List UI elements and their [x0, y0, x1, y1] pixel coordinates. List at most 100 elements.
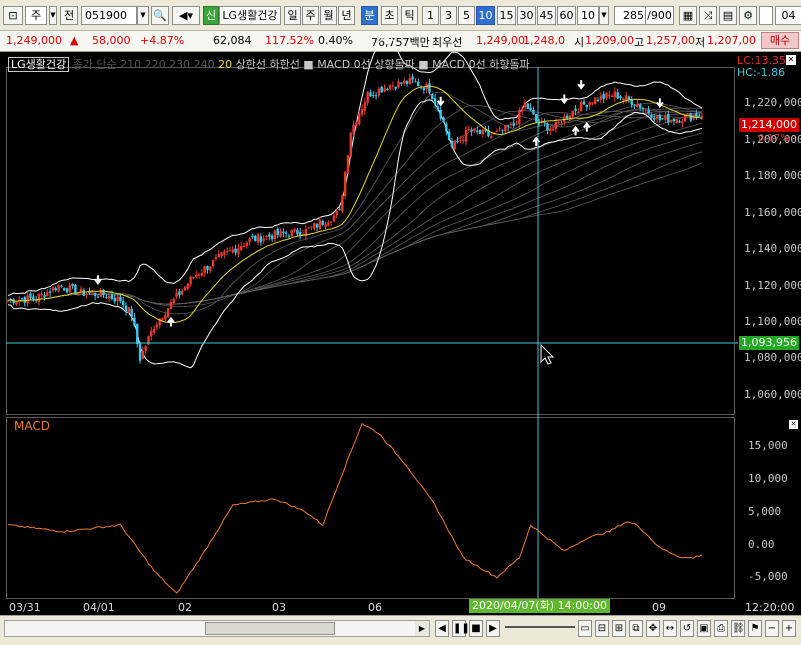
- down-arrow-icon: [436, 96, 445, 107]
- candle-body: [433, 98, 437, 105]
- crosshair-price-tag: 1,093,956: [739, 336, 799, 350]
- candle-body: [237, 248, 240, 255]
- zoom-out-icon[interactable]: ⊟: [595, 620, 609, 637]
- candle-body: [96, 296, 100, 298]
- plus-icon[interactable]: +: [782, 620, 796, 637]
- candle-body: [436, 106, 440, 110]
- candle-body: [560, 123, 563, 125]
- save-icon[interactable]: ▣: [697, 620, 711, 637]
- candle-body: [71, 283, 74, 286]
- reset-icon[interactable]: ↺: [680, 620, 694, 637]
- time-tick-label: 06: [368, 601, 382, 614]
- legend-title: LG생활건강: [8, 57, 70, 72]
- candle-body: [388, 85, 392, 89]
- candle-body: [619, 96, 622, 99]
- candle-body: [102, 289, 105, 296]
- candle-body: [346, 155, 350, 174]
- pan-icon[interactable]: ✥: [646, 620, 660, 637]
- candle-body: [29, 293, 32, 298]
- stop-icon[interactable]: ■: [469, 620, 483, 637]
- candle-body: [121, 300, 125, 306]
- candle-body: [518, 110, 521, 125]
- candle-body: [26, 295, 29, 304]
- candle-body: [65, 288, 69, 293]
- candle-body: [338, 209, 341, 211]
- ma-fan-line: [7, 104, 703, 307]
- close-icon[interactable]: ✕: [786, 55, 796, 65]
- candle-body: [358, 113, 361, 125]
- candle-body: [46, 291, 49, 297]
- candle-body: [119, 296, 122, 302]
- candle-body: [476, 130, 479, 132]
- ma20-line: [7, 85, 703, 324]
- candle-body: [175, 292, 178, 297]
- price-tick-label: 1,140,000: [744, 242, 801, 256]
- candle-body: [622, 98, 625, 101]
- prev-icon[interactable]: ◀: [435, 620, 449, 637]
- candle-body: [453, 140, 456, 150]
- candle-body: [231, 249, 234, 253]
- candle-body: [546, 123, 549, 131]
- candle-body: [577, 112, 580, 114]
- scrollbar-thumb[interactable]: [205, 622, 335, 635]
- candle-body: [428, 83, 431, 93]
- candle-body: [57, 284, 60, 291]
- horizontal-scrollbar[interactable]: ▶: [4, 620, 430, 637]
- candle-body: [343, 171, 347, 197]
- candle-body: [509, 123, 513, 125]
- candle-body: [321, 221, 324, 225]
- zoom-box-icon[interactable]: ▭: [578, 620, 592, 637]
- speed-slider[interactable]: [505, 626, 575, 628]
- link-icon[interactable]: ⛓: [731, 620, 745, 637]
- pct-tag: 0.17%: [758, 133, 790, 144]
- compare-icon[interactable]: ⧉: [629, 620, 643, 637]
- play-icon[interactable]: ▶: [486, 620, 500, 637]
- macd-tick-label: 10,000: [748, 472, 788, 486]
- down-arrow-icon: [94, 275, 102, 285]
- candle-body: [197, 274, 201, 276]
- price-tick-label: 1,220,000: [744, 96, 801, 110]
- candle-body: [141, 350, 145, 359]
- candle-body: [610, 95, 614, 97]
- candle-body: [245, 242, 249, 247]
- candle-body: [262, 238, 265, 241]
- zoom-in-icon[interactable]: ⊞: [612, 620, 626, 637]
- candle-body: [228, 250, 232, 252]
- candle-body: [211, 259, 215, 267]
- candle-body: [608, 94, 611, 96]
- candle-body: [54, 288, 57, 291]
- candle-body: [641, 107, 645, 109]
- candle-body: [633, 104, 636, 106]
- fit-icon[interactable]: ↔: [663, 620, 677, 637]
- candle-body: [515, 123, 518, 125]
- candle-body: [520, 108, 524, 111]
- candle-body: [136, 323, 139, 345]
- print-icon[interactable]: ⎙: [714, 620, 728, 637]
- candle-body: [585, 104, 589, 108]
- candle-body: [189, 276, 192, 284]
- candle-body: [695, 113, 698, 118]
- mark-icon[interactable]: ⚑: [748, 620, 762, 637]
- candle-body: [431, 94, 434, 100]
- candle-body: [377, 88, 381, 96]
- candle-body: [62, 288, 66, 291]
- candle-body: [279, 230, 282, 238]
- bollinger-lower-line: [7, 99, 703, 369]
- scroll-right-icon[interactable]: ▶: [415, 621, 429, 636]
- candle-body: [456, 140, 459, 142]
- candle-body: [372, 95, 375, 97]
- candle-body: [85, 294, 88, 296]
- candle-body: [265, 235, 268, 237]
- candle-body: [105, 296, 108, 298]
- candle-body: [543, 122, 546, 124]
- candle-body: [551, 129, 555, 131]
- candle-body: [313, 222, 316, 229]
- chart-legend: LG생활건강 종가 단순 210 220 230 240 20 상한선 하한선 …: [8, 56, 530, 72]
- minus-icon[interactable]: −: [765, 620, 779, 637]
- pause-icon[interactable]: ❚❚: [452, 620, 470, 637]
- candle-body: [203, 266, 206, 273]
- macd-close-icon[interactable]: ✕: [789, 420, 798, 429]
- price-tick-label: 1,060,000: [744, 387, 801, 401]
- chart-canvas[interactable]: [0, 0, 801, 644]
- candle-body: [223, 251, 226, 255]
